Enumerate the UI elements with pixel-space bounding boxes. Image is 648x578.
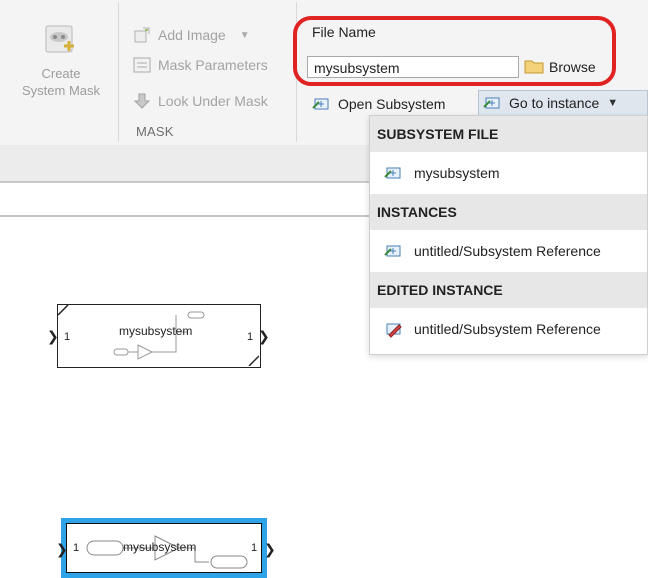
input-port-arrow: ❯ <box>47 328 59 344</box>
edited-instance-header: EDITED INSTANCE <box>370 272 647 308</box>
output-port-number: 1 <box>247 331 254 343</box>
edit-subsystem-icon <box>384 320 404 338</box>
ribbon-separator <box>118 2 119 142</box>
menu-item-label: mysubsystem <box>414 165 500 181</box>
block-name: mysubsystem <box>119 324 193 338</box>
add-image-label: Add Image <box>158 27 226 43</box>
output-port-arrow: ❯ <box>258 328 270 344</box>
menu-item-instance[interactable]: untitled/Subsystem Reference <box>370 230 647 272</box>
block-name: mysubsystem <box>123 540 197 554</box>
go-to-instance-label: Go to instance <box>509 95 600 111</box>
input-port-number: 1 <box>73 542 80 554</box>
mask-parameters-icon <box>132 56 152 74</box>
canvas-divider <box>0 215 369 217</box>
output-port-number: 1 <box>251 542 258 554</box>
mask-parameters-button[interactable]: Mask Parameters <box>132 54 268 76</box>
add-image-icon <box>132 26 152 44</box>
create-label-line2: System Mask <box>21 83 100 98</box>
open-subsystem-icon <box>312 95 332 113</box>
look-under-mask-label: Look Under Mask <box>158 93 268 109</box>
output-port-arrow: ❯ <box>264 541 276 557</box>
chevron-down-icon: ▼ <box>239 29 250 41</box>
go-to-instance-dropdown[interactable]: Go to instance ▼ <box>478 90 648 116</box>
subsystem-reference-icon <box>384 164 404 182</box>
go-to-instance-menu: SUBSYSTEM FILE mysubsystem INSTANCES unt… <box>369 115 648 355</box>
subsystem-block[interactable]: mysubsystem 1 1 <box>57 304 261 368</box>
create-system-mask-button[interactable]: Create System Mask <box>14 22 108 114</box>
highlight-annotation <box>293 16 616 86</box>
input-port-arrow: ❯ <box>56 541 68 557</box>
create-label-line1: Create <box>41 66 81 81</box>
add-image-button[interactable]: Add Image ▼ <box>132 24 250 46</box>
chevron-down-icon: ▼ <box>607 97 619 109</box>
input-port-number: 1 <box>64 331 71 343</box>
open-subsystem-button[interactable]: Open Subsystem <box>312 93 445 115</box>
menu-item-label: untitled/Subsystem Reference <box>414 243 601 259</box>
subsystem-file-header: SUBSYSTEM FILE <box>370 116 647 152</box>
mask-group-label: MASK <box>136 124 174 139</box>
look-under-mask-button[interactable]: Look Under Mask <box>132 90 268 112</box>
mask-parameters-label: Mask Parameters <box>158 57 268 73</box>
instances-header: INSTANCES <box>370 194 647 230</box>
menu-item-label: untitled/Subsystem Reference <box>414 321 601 337</box>
look-under-mask-icon <box>132 92 152 110</box>
menu-item-edited-instance[interactable]: untitled/Subsystem Reference <box>370 308 647 350</box>
subsystem-reference-icon <box>483 94 503 112</box>
open-subsystem-label: Open Subsystem <box>338 96 446 112</box>
subsystem-reference-icon <box>384 242 404 260</box>
subsystem-block-selected[interactable]: mysubsystem 1 1 <box>66 523 262 573</box>
create-system-mask-icon <box>42 22 80 60</box>
menu-item-subsystem-file[interactable]: mysubsystem <box>370 152 647 194</box>
